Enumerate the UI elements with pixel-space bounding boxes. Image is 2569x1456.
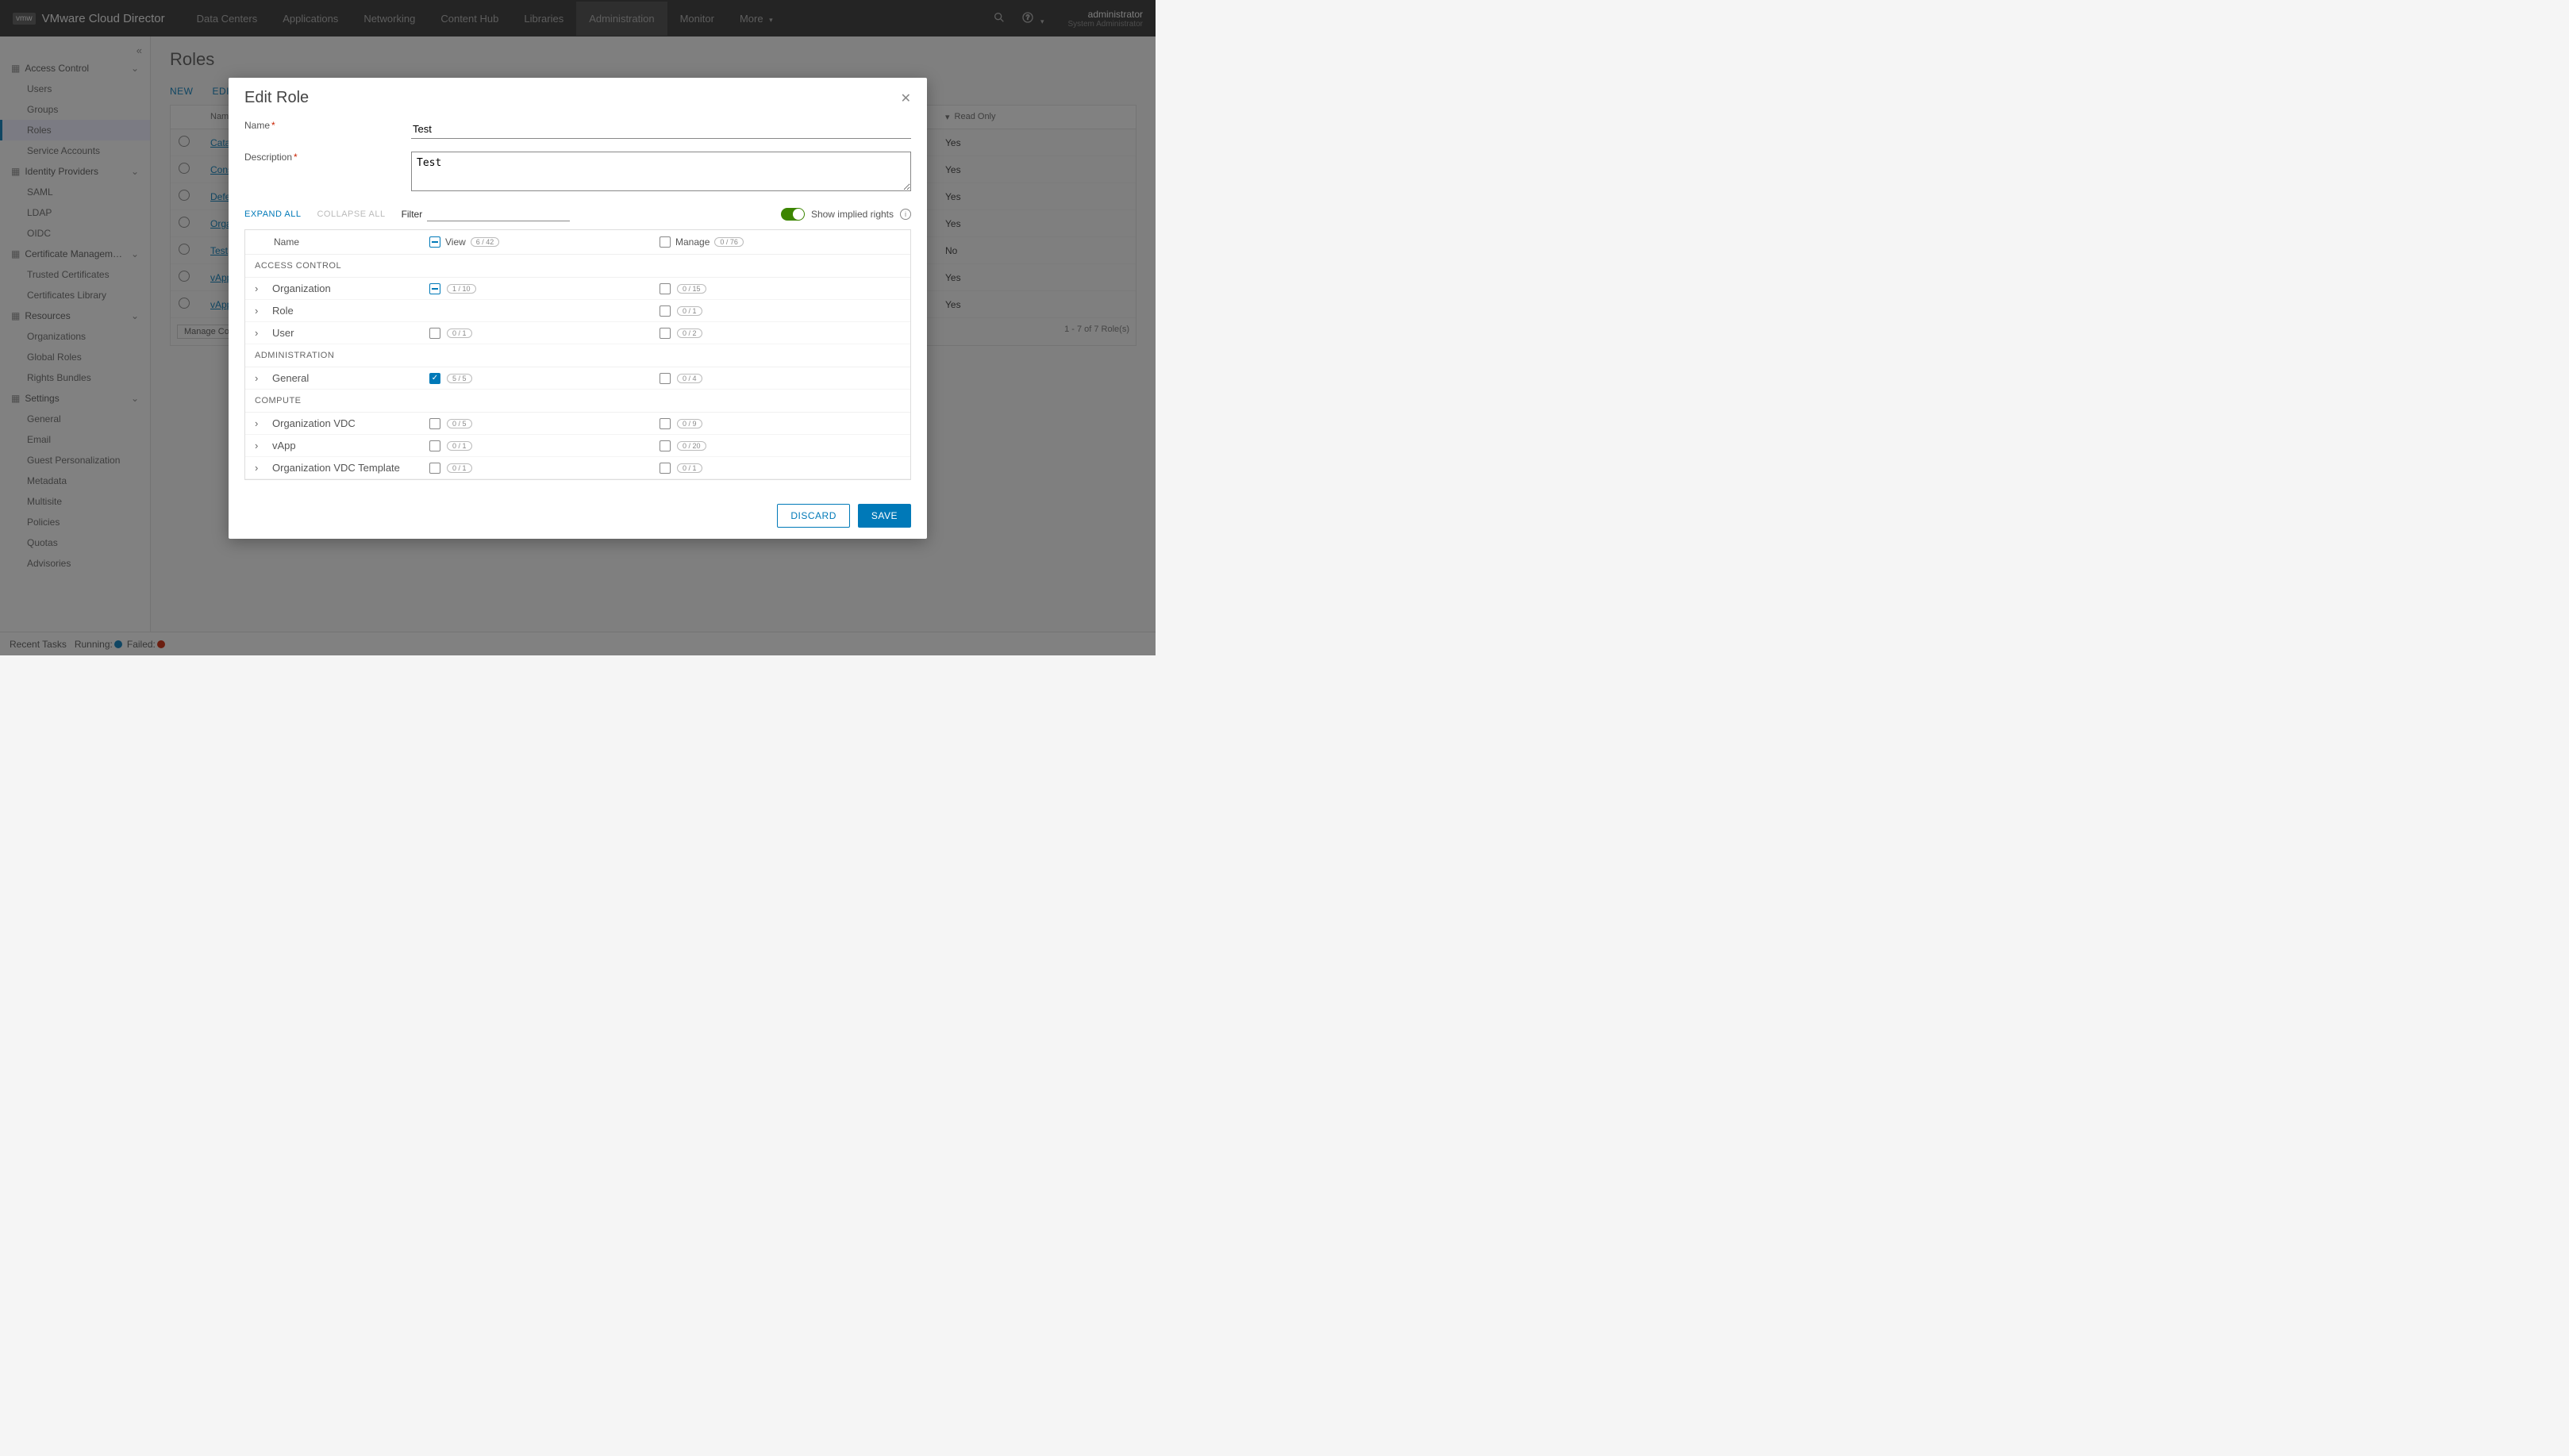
checkbox[interactable]	[660, 418, 671, 429]
checkbox[interactable]	[429, 418, 440, 429]
right-name: vApp	[272, 440, 429, 451]
count-badge: 5 / 5	[447, 374, 472, 383]
name-input[interactable]	[411, 120, 911, 139]
checkbox[interactable]	[660, 440, 671, 451]
right-name: Organization VDC	[272, 417, 429, 429]
info-icon[interactable]: i	[900, 209, 911, 220]
rights-row: ›vApp 0 / 1 0 / 20	[245, 435, 910, 457]
count-badge: 1 / 10	[447, 284, 476, 294]
checkbox[interactable]	[660, 283, 671, 294]
checkbox[interactable]	[429, 373, 440, 384]
rights-row: ›Role 0 / 1	[245, 300, 910, 322]
rights-row: ›Organization VDC Template 0 / 1 0 / 1	[245, 457, 910, 479]
expand-icon[interactable]: ›	[255, 282, 272, 294]
expand-icon[interactable]: ›	[255, 462, 272, 474]
count-badge: 0 / 1	[447, 441, 472, 451]
rights-row: ›Organization VDC 0 / 5 0 / 9	[245, 413, 910, 435]
checkbox[interactable]	[429, 463, 440, 474]
checkbox[interactable]	[429, 328, 440, 339]
expand-icon[interactable]: ›	[255, 327, 272, 339]
count-badge: 0 / 1	[447, 463, 472, 473]
category-row: ACCESS CONTROL	[245, 255, 910, 278]
header-name: Name	[255, 236, 429, 248]
count-badge: 0 / 1	[447, 328, 472, 338]
collapse-all-button[interactable]: COLLAPSE ALL	[317, 209, 385, 219]
rights-header: Name View 6 / 42 Manage 0 / 76	[245, 230, 910, 255]
expand-icon[interactable]: ›	[255, 440, 272, 451]
right-name: User	[272, 327, 429, 339]
view-count-badge: 6 / 42	[471, 237, 500, 247]
category-row: COMPUTE	[245, 390, 910, 413]
count-badge: 0 / 4	[677, 374, 702, 383]
count-badge: 0 / 15	[677, 284, 706, 294]
manage-count-badge: 0 / 76	[714, 237, 744, 247]
close-icon[interactable]: ✕	[901, 90, 911, 106]
filter-label: Filter	[402, 209, 423, 220]
checkbox[interactable]	[660, 328, 671, 339]
right-name: Organization VDC Template	[272, 462, 429, 474]
view-all-checkbox[interactable]	[429, 236, 440, 248]
checkbox[interactable]	[660, 305, 671, 317]
discard-button[interactable]: DISCARD	[777, 504, 850, 528]
count-badge: 0 / 1	[677, 463, 702, 473]
expand-all-button[interactable]: EXPAND ALL	[244, 209, 301, 219]
count-badge: 0 / 5	[447, 419, 472, 428]
edit-role-modal: Edit Role ✕ Name* Description* Test	[229, 78, 927, 539]
right-name: General	[272, 372, 429, 384]
count-badge: 0 / 1	[677, 306, 702, 316]
count-badge: 0 / 9	[677, 419, 702, 428]
checkbox[interactable]	[660, 373, 671, 384]
rights-row: ›Organization 1 / 10 0 / 15	[245, 278, 910, 300]
implied-rights-toggle[interactable]	[781, 208, 805, 221]
rights-row: ›General 5 / 5 0 / 4	[245, 367, 910, 390]
filter-input[interactable]	[427, 206, 570, 221]
expand-icon[interactable]: ›	[255, 372, 272, 384]
rights-tree: Name View 6 / 42 Manage 0 / 76 ACCESS CO…	[244, 229, 911, 480]
rights-row: ›User 0 / 1 0 / 2	[245, 322, 910, 344]
modal-title: Edit Role	[244, 89, 901, 107]
right-name: Organization	[272, 282, 429, 294]
right-name: Role	[272, 305, 429, 317]
expand-icon[interactable]: ›	[255, 305, 272, 317]
checkbox[interactable]	[429, 440, 440, 451]
count-badge: 0 / 20	[677, 441, 706, 451]
description-input[interactable]: Test	[411, 152, 911, 191]
header-view: View	[445, 236, 466, 248]
implied-rights-label: Show implied rights	[811, 209, 894, 220]
expand-icon[interactable]: ›	[255, 417, 272, 429]
checkbox[interactable]	[660, 463, 671, 474]
header-manage: Manage	[675, 236, 710, 248]
manage-all-checkbox[interactable]	[660, 236, 671, 248]
description-label: Description*	[244, 152, 411, 163]
count-badge: 0 / 2	[677, 328, 702, 338]
category-row: ADMINISTRATION	[245, 344, 910, 367]
modal-overlay: Edit Role ✕ Name* Description* Test	[0, 0, 1156, 655]
checkbox[interactable]	[429, 283, 440, 294]
name-label: Name*	[244, 120, 411, 131]
save-button[interactable]: SAVE	[858, 504, 911, 528]
